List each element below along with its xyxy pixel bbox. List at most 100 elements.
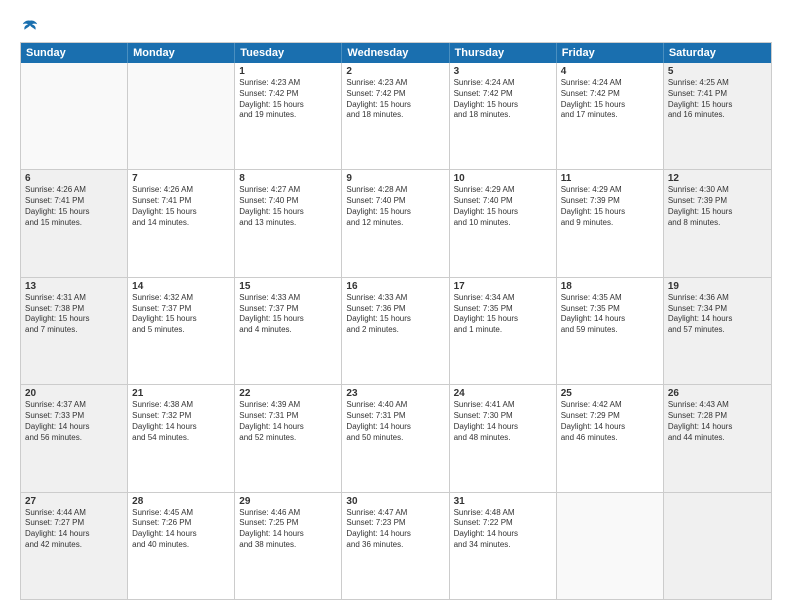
day-number: 2 [346, 66, 444, 77]
day-cell-1: 1Sunrise: 4:23 AM Sunset: 7:42 PM Daylig… [235, 63, 342, 169]
header [20, 18, 772, 32]
day-cell-30: 30Sunrise: 4:47 AM Sunset: 7:23 PM Dayli… [342, 493, 449, 599]
day-number: 25 [561, 388, 659, 399]
day-cell-25: 25Sunrise: 4:42 AM Sunset: 7:29 PM Dayli… [557, 385, 664, 491]
day-number: 21 [132, 388, 230, 399]
day-cell-11: 11Sunrise: 4:29 AM Sunset: 7:39 PM Dayli… [557, 170, 664, 276]
day-cell-29: 29Sunrise: 4:46 AM Sunset: 7:25 PM Dayli… [235, 493, 342, 599]
day-info: Sunrise: 4:33 AM Sunset: 7:37 PM Dayligh… [239, 293, 337, 336]
day-cell-23: 23Sunrise: 4:40 AM Sunset: 7:31 PM Dayli… [342, 385, 449, 491]
calendar-row-0: 1Sunrise: 4:23 AM Sunset: 7:42 PM Daylig… [21, 63, 771, 169]
day-info: Sunrise: 4:39 AM Sunset: 7:31 PM Dayligh… [239, 400, 337, 443]
day-info: Sunrise: 4:33 AM Sunset: 7:36 PM Dayligh… [346, 293, 444, 336]
calendar-row-1: 6Sunrise: 4:26 AM Sunset: 7:41 PM Daylig… [21, 169, 771, 276]
day-info: Sunrise: 4:28 AM Sunset: 7:40 PM Dayligh… [346, 185, 444, 228]
day-cell-10: 10Sunrise: 4:29 AM Sunset: 7:40 PM Dayli… [450, 170, 557, 276]
day-number: 1 [239, 66, 337, 77]
day-info: Sunrise: 4:26 AM Sunset: 7:41 PM Dayligh… [132, 185, 230, 228]
day-cell-5: 5Sunrise: 4:25 AM Sunset: 7:41 PM Daylig… [664, 63, 771, 169]
day-info: Sunrise: 4:32 AM Sunset: 7:37 PM Dayligh… [132, 293, 230, 336]
day-info: Sunrise: 4:45 AM Sunset: 7:26 PM Dayligh… [132, 508, 230, 551]
header-day-monday: Monday [128, 43, 235, 63]
day-number: 29 [239, 496, 337, 507]
day-cell-16: 16Sunrise: 4:33 AM Sunset: 7:36 PM Dayli… [342, 278, 449, 384]
day-info: Sunrise: 4:44 AM Sunset: 7:27 PM Dayligh… [25, 508, 123, 551]
day-cell-empty [21, 63, 128, 169]
day-cell-18: 18Sunrise: 4:35 AM Sunset: 7:35 PM Dayli… [557, 278, 664, 384]
day-number: 3 [454, 66, 552, 77]
day-cell-31: 31Sunrise: 4:48 AM Sunset: 7:22 PM Dayli… [450, 493, 557, 599]
day-number: 20 [25, 388, 123, 399]
calendar-row-3: 20Sunrise: 4:37 AM Sunset: 7:33 PM Dayli… [21, 384, 771, 491]
day-cell-13: 13Sunrise: 4:31 AM Sunset: 7:38 PM Dayli… [21, 278, 128, 384]
logo [20, 18, 39, 32]
calendar-row-4: 27Sunrise: 4:44 AM Sunset: 7:27 PM Dayli… [21, 492, 771, 599]
day-number: 5 [668, 66, 767, 77]
day-cell-24: 24Sunrise: 4:41 AM Sunset: 7:30 PM Dayli… [450, 385, 557, 491]
day-cell-26: 26Sunrise: 4:43 AM Sunset: 7:28 PM Dayli… [664, 385, 771, 491]
day-info: Sunrise: 4:43 AM Sunset: 7:28 PM Dayligh… [668, 400, 767, 443]
day-info: Sunrise: 4:34 AM Sunset: 7:35 PM Dayligh… [454, 293, 552, 336]
day-number: 28 [132, 496, 230, 507]
day-info: Sunrise: 4:40 AM Sunset: 7:31 PM Dayligh… [346, 400, 444, 443]
day-info: Sunrise: 4:24 AM Sunset: 7:42 PM Dayligh… [454, 78, 552, 121]
day-number: 27 [25, 496, 123, 507]
day-info: Sunrise: 4:29 AM Sunset: 7:39 PM Dayligh… [561, 185, 659, 228]
day-cell-4: 4Sunrise: 4:24 AM Sunset: 7:42 PM Daylig… [557, 63, 664, 169]
day-info: Sunrise: 4:48 AM Sunset: 7:22 PM Dayligh… [454, 508, 552, 551]
day-cell-14: 14Sunrise: 4:32 AM Sunset: 7:37 PM Dayli… [128, 278, 235, 384]
day-cell-15: 15Sunrise: 4:33 AM Sunset: 7:37 PM Dayli… [235, 278, 342, 384]
day-info: Sunrise: 4:35 AM Sunset: 7:35 PM Dayligh… [561, 293, 659, 336]
header-day-tuesday: Tuesday [235, 43, 342, 63]
day-cell-20: 20Sunrise: 4:37 AM Sunset: 7:33 PM Dayli… [21, 385, 128, 491]
day-number: 9 [346, 173, 444, 184]
day-info: Sunrise: 4:26 AM Sunset: 7:41 PM Dayligh… [25, 185, 123, 228]
day-info: Sunrise: 4:25 AM Sunset: 7:41 PM Dayligh… [668, 78, 767, 121]
day-cell-19: 19Sunrise: 4:36 AM Sunset: 7:34 PM Dayli… [664, 278, 771, 384]
day-cell-empty [664, 493, 771, 599]
day-info: Sunrise: 4:30 AM Sunset: 7:39 PM Dayligh… [668, 185, 767, 228]
header-day-sunday: Sunday [21, 43, 128, 63]
calendar-body: 1Sunrise: 4:23 AM Sunset: 7:42 PM Daylig… [21, 63, 771, 599]
day-number: 23 [346, 388, 444, 399]
day-number: 13 [25, 281, 123, 292]
day-number: 11 [561, 173, 659, 184]
day-cell-28: 28Sunrise: 4:45 AM Sunset: 7:26 PM Dayli… [128, 493, 235, 599]
day-number: 6 [25, 173, 123, 184]
day-cell-3: 3Sunrise: 4:24 AM Sunset: 7:42 PM Daylig… [450, 63, 557, 169]
day-info: Sunrise: 4:36 AM Sunset: 7:34 PM Dayligh… [668, 293, 767, 336]
day-cell-6: 6Sunrise: 4:26 AM Sunset: 7:41 PM Daylig… [21, 170, 128, 276]
day-cell-21: 21Sunrise: 4:38 AM Sunset: 7:32 PM Dayli… [128, 385, 235, 491]
day-info: Sunrise: 4:23 AM Sunset: 7:42 PM Dayligh… [239, 78, 337, 121]
day-cell-22: 22Sunrise: 4:39 AM Sunset: 7:31 PM Dayli… [235, 385, 342, 491]
day-cell-12: 12Sunrise: 4:30 AM Sunset: 7:39 PM Dayli… [664, 170, 771, 276]
day-number: 14 [132, 281, 230, 292]
day-number: 24 [454, 388, 552, 399]
day-cell-empty [128, 63, 235, 169]
day-number: 30 [346, 496, 444, 507]
day-info: Sunrise: 4:29 AM Sunset: 7:40 PM Dayligh… [454, 185, 552, 228]
day-cell-2: 2Sunrise: 4:23 AM Sunset: 7:42 PM Daylig… [342, 63, 449, 169]
day-number: 17 [454, 281, 552, 292]
calendar-header: SundayMondayTuesdayWednesdayThursdayFrid… [21, 43, 771, 63]
day-info: Sunrise: 4:37 AM Sunset: 7:33 PM Dayligh… [25, 400, 123, 443]
day-cell-empty [557, 493, 664, 599]
day-info: Sunrise: 4:38 AM Sunset: 7:32 PM Dayligh… [132, 400, 230, 443]
day-number: 7 [132, 173, 230, 184]
day-number: 22 [239, 388, 337, 399]
day-number: 18 [561, 281, 659, 292]
day-cell-8: 8Sunrise: 4:27 AM Sunset: 7:40 PM Daylig… [235, 170, 342, 276]
calendar: SundayMondayTuesdayWednesdayThursdayFrid… [20, 42, 772, 600]
day-number: 8 [239, 173, 337, 184]
day-info: Sunrise: 4:41 AM Sunset: 7:30 PM Dayligh… [454, 400, 552, 443]
day-number: 15 [239, 281, 337, 292]
day-info: Sunrise: 4:24 AM Sunset: 7:42 PM Dayligh… [561, 78, 659, 121]
day-info: Sunrise: 4:31 AM Sunset: 7:38 PM Dayligh… [25, 293, 123, 336]
calendar-row-2: 13Sunrise: 4:31 AM Sunset: 7:38 PM Dayli… [21, 277, 771, 384]
day-number: 10 [454, 173, 552, 184]
logo-bird-icon [21, 18, 39, 36]
day-number: 31 [454, 496, 552, 507]
header-day-friday: Friday [557, 43, 664, 63]
day-cell-9: 9Sunrise: 4:28 AM Sunset: 7:40 PM Daylig… [342, 170, 449, 276]
day-number: 16 [346, 281, 444, 292]
